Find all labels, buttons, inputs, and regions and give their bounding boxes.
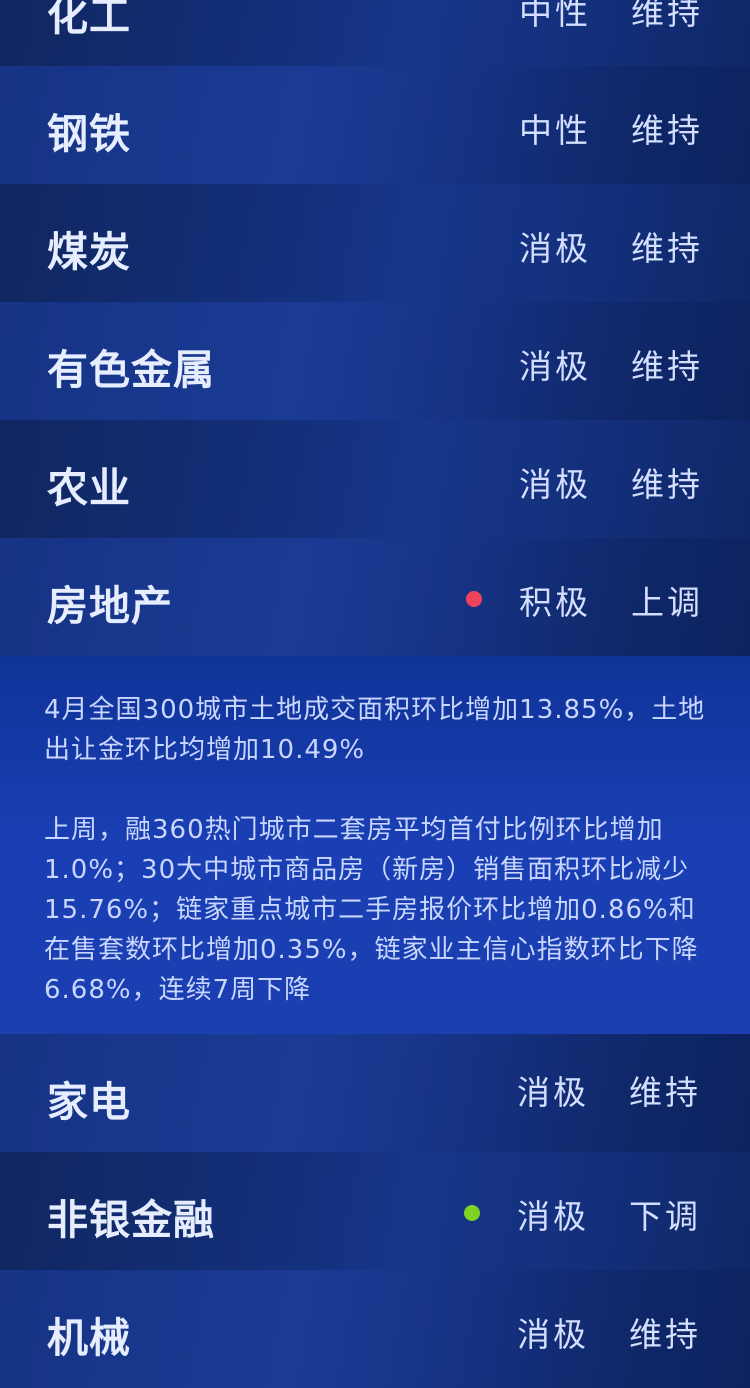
- sector-row-agriculture[interactable]: 农业 消极 维持: [0, 420, 750, 538]
- sector-name: 煤炭: [47, 228, 131, 276]
- sector-view: 消极: [519, 229, 591, 268]
- sector-name: 有色金属: [47, 346, 215, 394]
- rating-upgrade-dot-icon: [466, 591, 482, 607]
- sector-list: 化工 中性 维持 钢铁 中性 维持 煤炭 消极 维持 有色金属 消极 维持 农业…: [0, 0, 750, 1388]
- sector-detail-panel: 4月全国300城市土地成交面积环比增加13.85%，土地出让金环比均增加10.4…: [0, 656, 750, 1034]
- sector-name: 房地产: [47, 582, 173, 630]
- sector-name: 化工: [47, 0, 131, 40]
- sector-rating-change: 维持: [629, 1315, 701, 1354]
- sector-rating-change: 维持: [631, 229, 703, 268]
- sector-rating-change: 维持: [631, 465, 703, 504]
- sector-name: 非银金融: [47, 1196, 215, 1244]
- sector-row-machinery[interactable]: 机械 消极 维持: [0, 1270, 750, 1388]
- sector-view: 消极: [517, 1073, 589, 1112]
- sector-rating-change: 维持: [631, 347, 703, 386]
- sector-row-real-estate[interactable]: 房地产 积极 上调: [0, 538, 750, 656]
- sector-view: 中性: [519, 0, 591, 32]
- sector-rating-change: 上调: [631, 583, 703, 622]
- detail-paragraph: 4月全国300城市土地成交面积环比增加13.85%，土地出让金环比均增加10.4…: [44, 695, 706, 765]
- sector-view: 积极: [519, 583, 591, 622]
- sector-row-chemicals[interactable]: 化工 中性 维持: [0, 0, 750, 66]
- sector-view: 中性: [519, 111, 591, 150]
- sector-row-coal[interactable]: 煤炭 消极 维持: [0, 184, 750, 302]
- sector-rating-change: 维持: [631, 111, 703, 150]
- sector-row-nonferrous-metals[interactable]: 有色金属 消极 维持: [0, 302, 750, 420]
- sector-row-home-appliances[interactable]: 家电 消极 维持: [0, 1034, 750, 1152]
- sector-view: 消极: [517, 1197, 589, 1236]
- sector-view: 消极: [519, 465, 591, 504]
- detail-paragraph: 上周，融360热门城市二套房平均首付比例环比增加1.0%；30大中城市商品房（新…: [44, 815, 699, 1005]
- sector-name: 家电: [47, 1078, 131, 1126]
- sector-view: 消极: [519, 347, 591, 386]
- sector-rating-change: 下调: [629, 1197, 701, 1236]
- sector-row-steel[interactable]: 钢铁 中性 维持: [0, 66, 750, 184]
- rating-downgrade-dot-icon: [464, 1205, 480, 1221]
- sector-view: 消极: [517, 1315, 589, 1354]
- sector-name: 钢铁: [47, 110, 131, 158]
- sector-rating-change: 维持: [631, 0, 703, 32]
- sector-row-non-bank-finance[interactable]: 非银金融 消极 下调: [0, 1152, 750, 1270]
- sector-name: 机械: [47, 1314, 131, 1362]
- sector-rating-change: 维持: [629, 1073, 701, 1112]
- sector-name: 农业: [47, 464, 131, 512]
